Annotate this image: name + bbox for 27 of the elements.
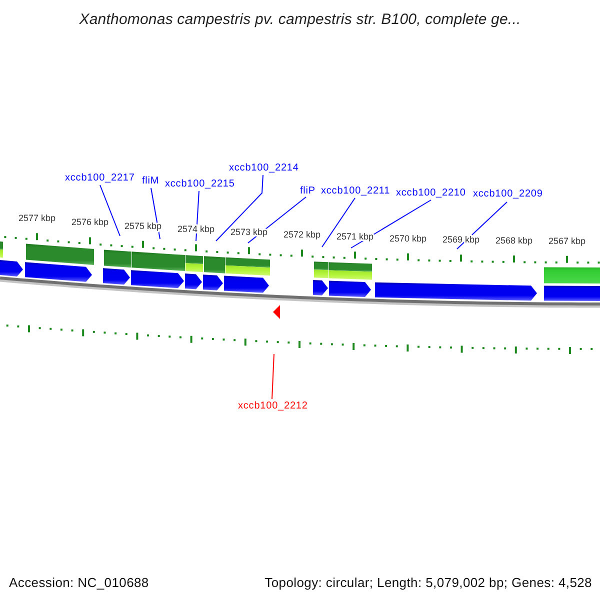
feature-block <box>26 244 94 265</box>
ruler-label: 2569 kbp <box>442 234 480 245</box>
gene-label: xccb100_2212 <box>238 400 308 412</box>
reverse-gene-arrow <box>273 305 280 319</box>
gene-arrow <box>0 260 23 276</box>
gene-label: xccb100_2214 <box>229 162 299 174</box>
gene-arrow <box>25 262 92 282</box>
map-title: Xanthomonas campestris pv. campestris str. B100, complete ge... <box>79 10 521 28</box>
feature-block <box>0 242 3 258</box>
gene-label: xccb100_2209 <box>473 188 543 200</box>
ruler-label: 2570 kbp <box>389 233 427 244</box>
accession-text: Accession: NC_010688 <box>9 574 149 590</box>
ruler-label: 2567 kbp <box>548 236 586 246</box>
genome-summary: Topology: circular; Length: 5,079,002 bp; Genes: 4,528 <box>264 574 592 590</box>
ruler-label: 2572 kbp <box>283 230 321 240</box>
leader-line <box>272 354 274 400</box>
gene-label: xccb100_2215 <box>165 178 235 190</box>
feature-block <box>544 267 600 284</box>
gene-label: xccb100_2217 <box>65 172 135 184</box>
ruler-label: 2576 kbp <box>71 217 109 228</box>
gene-label: fliP <box>300 186 316 196</box>
gene-label: xccb100_2210 <box>396 188 466 198</box>
gene-label: xccb100_2211 <box>321 186 390 196</box>
gene-label: fliM <box>142 176 160 186</box>
leader-line <box>196 190 200 242</box>
ruler-label: 2577 kbp <box>18 213 56 224</box>
ruler-label: 2568 kbp <box>495 235 533 246</box>
